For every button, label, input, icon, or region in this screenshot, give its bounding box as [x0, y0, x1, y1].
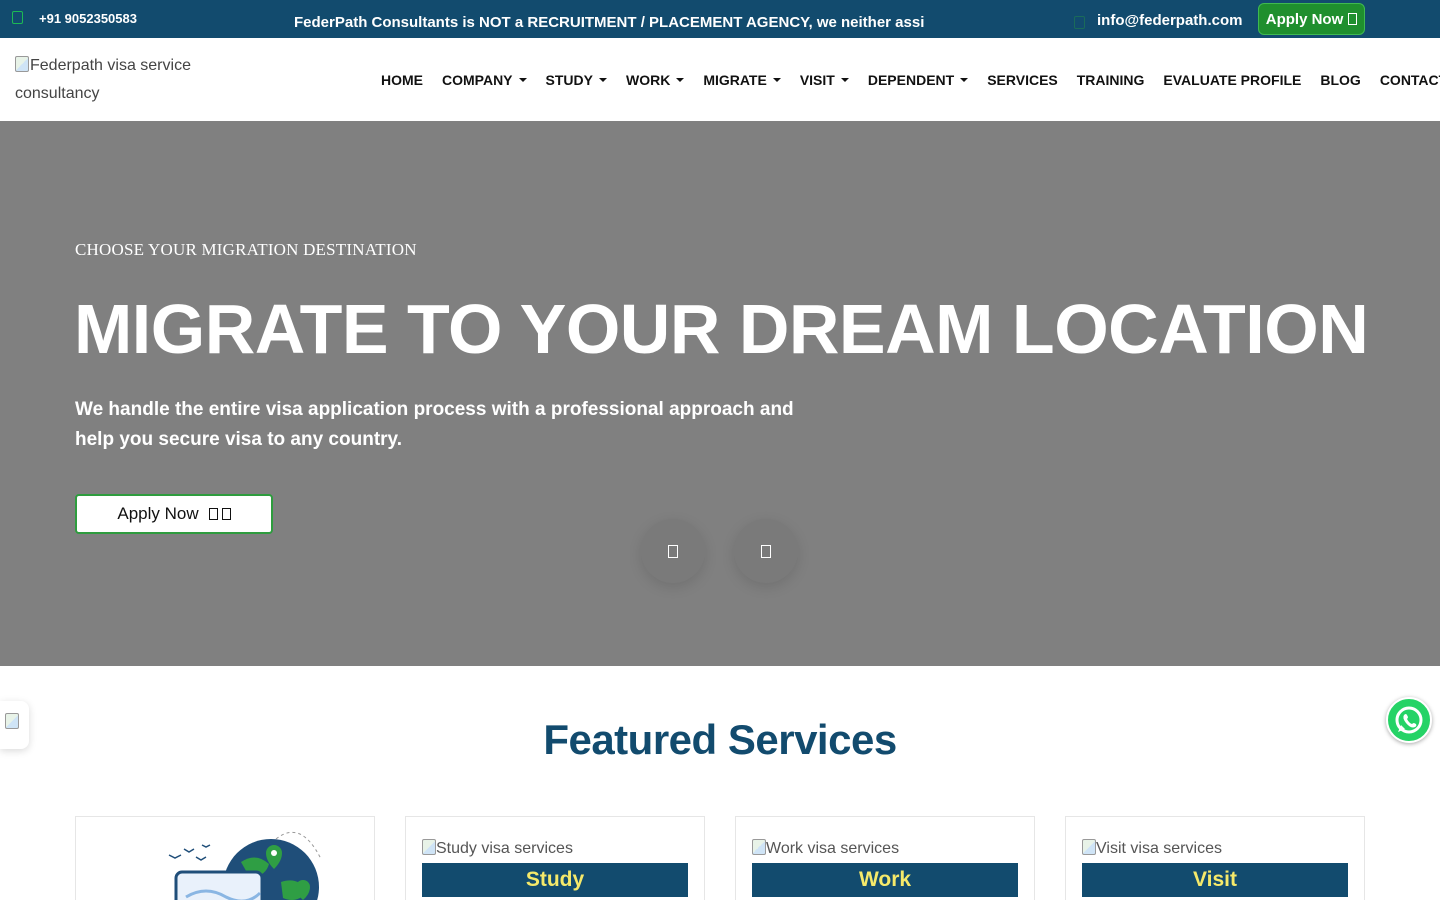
caret-down-icon	[598, 78, 607, 82]
top-bar: +91 9052350583 FederPath Consultants is …	[0, 0, 1440, 38]
broken-image-icon	[752, 839, 766, 855]
nav-study[interactable]: STUDY	[546, 72, 607, 88]
nav-evaluate-profile-label: EVALUATE PROFILE	[1163, 72, 1302, 88]
nav-contact-us[interactable]: CONTACT US	[1380, 72, 1440, 88]
nav-company-label: COMPANY	[442, 72, 513, 88]
study-card-label[interactable]: Study	[422, 863, 688, 897]
service-card-visit[interactable]: Visit visa services Visit	[1065, 816, 1365, 900]
nav-dependent-label: DEPENDENT	[867, 72, 955, 88]
nav-blog[interactable]: BLOG	[1320, 72, 1360, 88]
nav-work-label: WORK	[625, 72, 671, 88]
featured-services-title: Featured Services	[543, 716, 897, 763]
navbar: Federpath visa service consultancy HOME …	[0, 38, 1440, 121]
chevron-right-icon	[761, 544, 771, 558]
visit-card-alt: Visit visa services	[1096, 840, 1222, 857]
work-card-image: Work visa services	[752, 839, 899, 858]
hero-subtitle: We handle the entire visa application pr…	[75, 399, 794, 450]
nav-training[interactable]: TRAINING	[1077, 72, 1145, 88]
topbar-apply-button[interactable]: Apply Now	[1258, 3, 1365, 35]
mail-icon	[1074, 16, 1085, 29]
service-card-migrate[interactable]	[75, 816, 375, 900]
topbar-notice: FederPath Consultants is NOT a RECRUITME…	[294, 14, 925, 31]
caret-down-icon	[772, 78, 781, 82]
nav-services[interactable]: SERVICES	[987, 72, 1058, 88]
nav-evaluate-profile[interactable]: EVALUATE PROFILE	[1163, 72, 1301, 88]
nav-migrate[interactable]: MIGRATE	[703, 72, 781, 88]
logo[interactable]: Federpath visa service consultancy	[15, 52, 225, 108]
caret-down-icon	[840, 78, 849, 82]
study-card-alt: Study visa services	[436, 840, 573, 857]
nav-migrate-label: MIGRATE	[703, 72, 767, 88]
nav-contact-us-label: CONTACT US	[1379, 72, 1440, 88]
topbar-apply-label: Apply Now	[1265, 10, 1344, 28]
nav-company[interactable]: COMPANY	[442, 72, 527, 88]
nav-study-label: STUDY	[545, 72, 593, 88]
caret-down-icon	[518, 78, 527, 82]
nav-dependent[interactable]: DEPENDENT	[867, 72, 969, 88]
service-card-study[interactable]: Study visa services Study	[405, 816, 705, 900]
arrow-icon	[208, 508, 218, 520]
study-card-image: Study visa services	[422, 839, 573, 858]
carousel-prev-button[interactable]	[641, 519, 705, 583]
nav-visit-label: VISIT	[799, 72, 835, 88]
broken-image-icon	[1082, 839, 1096, 855]
chevron-left-icon	[668, 544, 678, 558]
arrow-icon	[1348, 13, 1358, 25]
broken-image-icon	[422, 839, 436, 855]
logo-alt-text: Federpath visa service consultancy	[15, 57, 191, 102]
work-card-alt: Work visa services	[766, 840, 900, 857]
nav-work[interactable]: WORK	[625, 72, 685, 88]
arrow-icon	[221, 508, 231, 520]
caret-down-icon	[676, 78, 685, 82]
nav-training-label: TRAINING	[1076, 72, 1145, 88]
hero-apply-button[interactable]: Apply Now	[75, 494, 273, 534]
broken-image-icon	[15, 56, 29, 72]
globe-travel-illustration	[168, 831, 322, 900]
nav-services-label: SERVICES	[987, 72, 1058, 88]
visit-card-label[interactable]: Visit	[1082, 863, 1348, 897]
hero-title: MIGRATE TO YOUR DREAM LOCATION	[74, 290, 1369, 368]
hero-apply-label: Apply Now	[117, 504, 199, 523]
nav-blog-label: BLOG	[1320, 72, 1361, 88]
work-card-label[interactable]: Work	[752, 863, 1018, 897]
nav-visit[interactable]: VISIT	[800, 72, 849, 88]
topbar-email[interactable]: info@federpath.com	[1097, 12, 1242, 29]
hero-eyebrow: CHOOSE YOUR MIGRATION DESTINATION	[75, 240, 417, 259]
nav-home[interactable]: HOME	[381, 72, 423, 88]
visit-card-image: Visit visa services	[1082, 839, 1222, 858]
caret-down-icon	[960, 78, 969, 82]
service-card-work[interactable]: Work visa services Work	[735, 816, 1035, 900]
phone-icon	[12, 11, 23, 24]
nav-home-label: HOME	[381, 72, 423, 88]
carousel-next-button[interactable]	[734, 519, 798, 583]
topbar-phone[interactable]: +91 9052350583	[39, 11, 137, 26]
main-menu: HOME COMPANY STUDY WORK MIGRATE VISIT DE…	[381, 72, 1440, 88]
hero-banner: CHOOSE YOUR MIGRATION DESTINATION MIGRAT…	[0, 121, 1440, 666]
